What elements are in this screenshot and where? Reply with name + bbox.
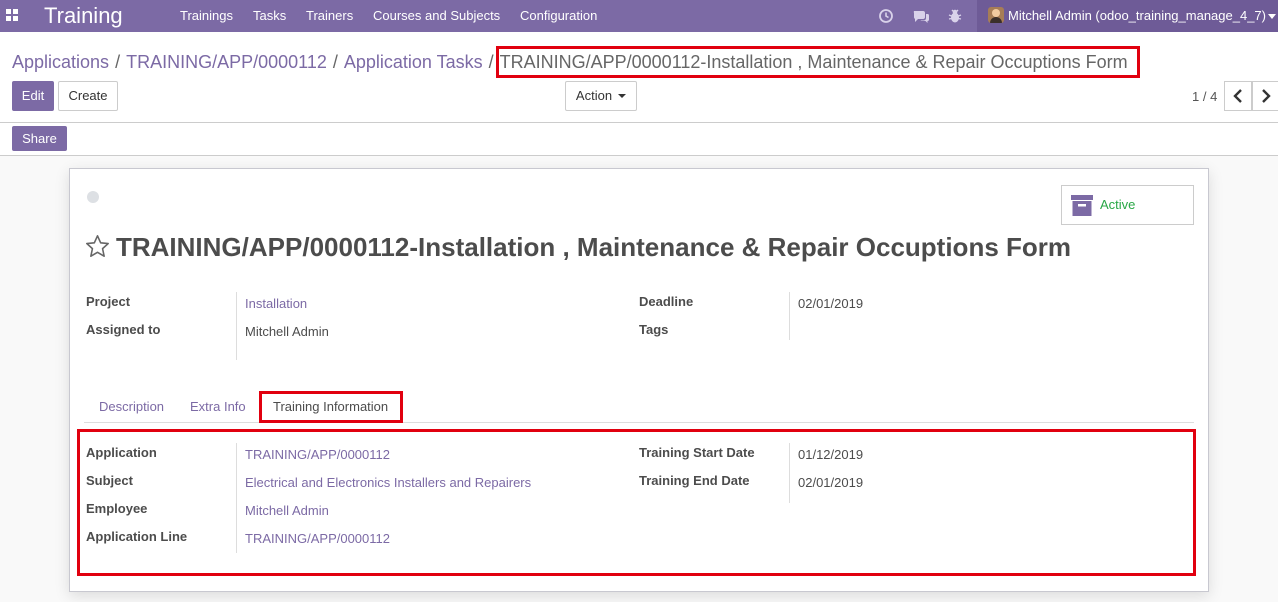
record-title: TRAINING/APP/0000112-Installation , Main… <box>116 232 1072 262</box>
archive-icon <box>1071 195 1093 216</box>
menu-configuration[interactable]: Configuration <box>520 0 597 32</box>
breadcrumb-separator: / <box>115 52 121 72</box>
assigned-to-field[interactable]: Mitchell Admin <box>245 324 329 339</box>
top-navbar: Training Trainings Tasks Trainers Course… <box>0 0 1278 32</box>
project-field[interactable]: Installation <box>245 296 307 311</box>
pager-value[interactable]: 1 / 4 <box>1192 89 1217 104</box>
tags-label: Tags <box>639 322 669 337</box>
create-button[interactable]: Create <box>58 81 118 111</box>
action-label: Action <box>575 88 613 103</box>
highlight-box-tab <box>259 391 403 423</box>
chevron-right-icon <box>1262 89 1271 103</box>
caret-down-icon <box>618 93 627 98</box>
form-statusbar: Share <box>0 123 1278 156</box>
breadcrumb-separator: / <box>332 52 338 72</box>
pager-previous-button[interactable] <box>1224 81 1252 111</box>
menu-trainings[interactable]: Trainings <box>180 0 233 32</box>
bug-icon[interactable] <box>945 6 965 26</box>
form-sheet: Active TRAINING/APP/0000112-Installation… <box>69 168 1209 592</box>
field-divider <box>789 292 790 340</box>
assigned-to-label: Assigned to <box>86 322 161 337</box>
menu-tasks[interactable]: Tasks <box>253 0 286 32</box>
menu-trainers[interactable]: Trainers <box>306 0 353 32</box>
chevron-down-icon <box>1268 14 1276 19</box>
highlight-box-breadcrumb <box>496 46 1140 78</box>
breadcrumb-separator: / <box>488 52 494 72</box>
user-menu[interactable]: Mitchell Admin (odoo_training_manage_4_7… <box>977 0 1278 32</box>
action-dropdown[interactable]: Action <box>565 81 637 111</box>
app-brand[interactable]: Training <box>44 3 123 29</box>
share-button[interactable]: Share <box>12 126 67 151</box>
edit-button[interactable]: Edit <box>12 81 54 111</box>
highlight-box-training-info <box>77 429 1196 576</box>
breadcrumb-application-tasks[interactable]: Application Tasks <box>344 52 483 72</box>
tab-description[interactable]: Description <box>99 391 164 422</box>
archive-status-label: Active <box>1100 197 1136 212</box>
star-icon[interactable] <box>84 233 111 260</box>
user-name: Mitchell Admin (odoo_training_manage_4_7… <box>1008 8 1266 23</box>
archive-toggle-button[interactable]: Active <box>1061 185 1194 225</box>
chevron-left-icon <box>1233 89 1242 103</box>
tab-extra-info[interactable]: Extra Info <box>190 391 246 422</box>
breadcrumb-applications[interactable]: Applications <box>12 52 109 72</box>
pager-next-button[interactable] <box>1252 81 1278 111</box>
clock-icon[interactable] <box>876 6 896 26</box>
apps-grid-icon[interactable] <box>6 9 18 21</box>
menu-courses-and-subjects[interactable]: Courses and Subjects <box>373 0 500 32</box>
kanban-state-dot[interactable] <box>87 191 99 203</box>
project-label: Project <box>86 294 131 309</box>
deadline-label: Deadline <box>639 294 694 309</box>
breadcrumb-application-record[interactable]: TRAINING/APP/0000112 <box>126 52 327 72</box>
chat-icon[interactable] <box>911 6 931 26</box>
deadline-field[interactable]: 02/01/2019 <box>798 296 863 311</box>
avatar <box>988 7 1004 23</box>
control-panel: Applications / TRAINING/APP/0000112/Applic… <box>0 32 1278 123</box>
field-divider <box>236 292 237 360</box>
notebook-tabs-line <box>84 422 1194 423</box>
